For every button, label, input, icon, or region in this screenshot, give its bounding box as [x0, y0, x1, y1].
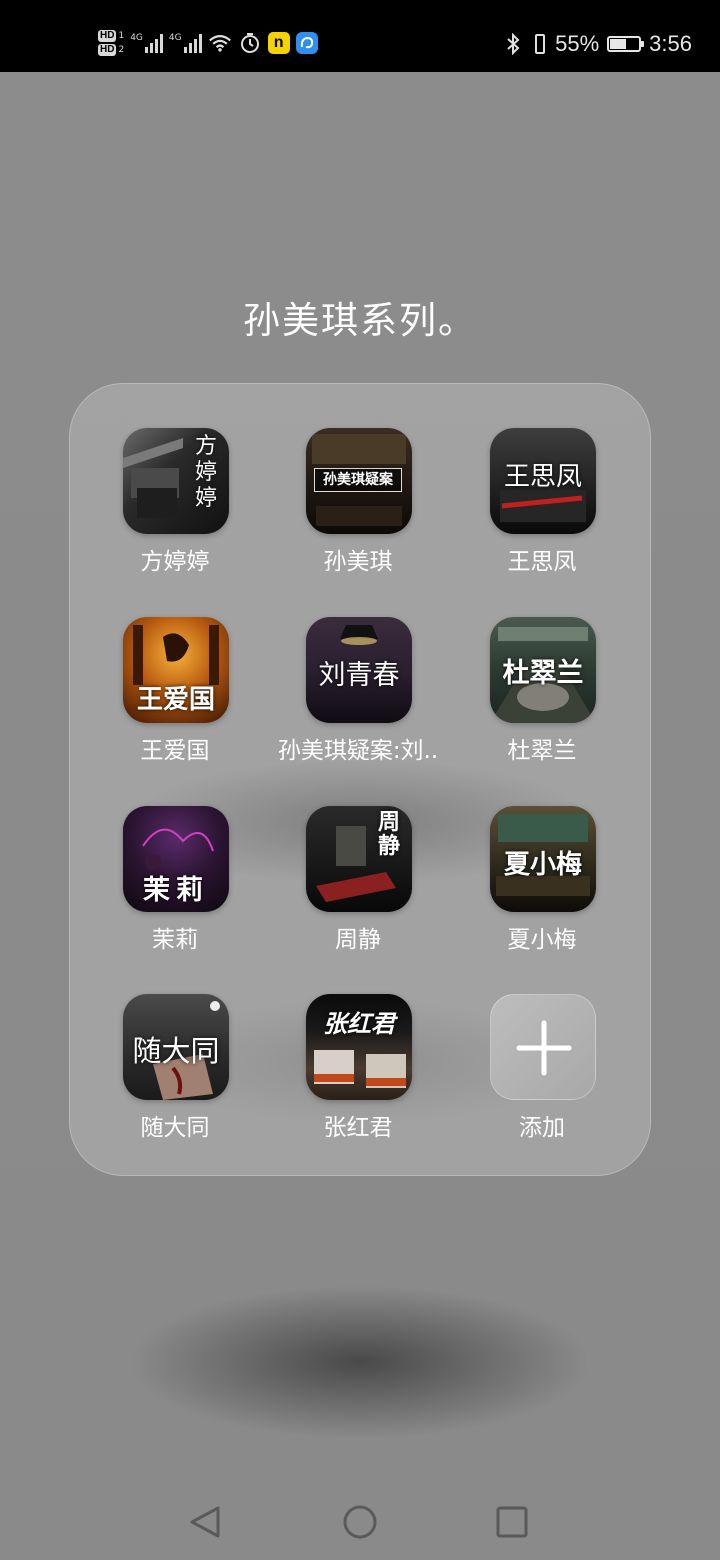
app-liuqingchun[interactable]: 刘青春 孙美琪疑案:刘.. — [268, 617, 448, 777]
app-sunmeiqi[interactable]: 孙美琪疑案 孙美琪 — [268, 428, 448, 588]
app-icon-caption: 张红君 — [323, 1009, 395, 1038]
app-icon-caption: 随大同 — [132, 1034, 220, 1068]
signal-icon: 4G — [169, 33, 202, 53]
app-zhanghongjun[interactable]: 张红君 张红君 — [268, 994, 448, 1154]
app-xiaxiaomei[interactable]: 夏小梅 夏小梅 — [452, 806, 632, 966]
app-label: 王爱国 — [140, 738, 210, 764]
sunmeiqi-app-icon[interactable]: 孙美琪疑案 — [306, 428, 412, 534]
hd-label: HD — [98, 30, 117, 42]
app-suidatong[interactable]: 随大同 随大同 — [85, 994, 265, 1154]
hd-label: HD — [98, 44, 117, 56]
app-label: 张红君 — [323, 1115, 393, 1141]
wifi-icon — [208, 31, 232, 55]
app-label: 随大同 — [140, 1115, 210, 1141]
app-icon-caption: 孙美琪疑案 — [314, 468, 402, 492]
recents-icon[interactable] — [490, 1500, 534, 1544]
wangsifeng-app-icon[interactable]: 王思凤 — [490, 428, 596, 534]
network-type: 4G — [130, 33, 143, 43]
app-label: 杜翠兰 — [507, 738, 577, 764]
xiaxiaomei-app-icon[interactable]: 夏小梅 — [490, 806, 596, 912]
app-label: 王思凤 — [507, 549, 577, 575]
signal-icon: 4G — [130, 33, 163, 53]
status-bar-left: HD 1 HD 2 4G 4G n — [98, 22, 318, 64]
app-icon-caption: 杜翠兰 — [502, 658, 584, 689]
app-ducuilan[interactable]: 杜翠兰 杜翠兰 — [452, 617, 632, 777]
vibrate-icon — [533, 32, 547, 56]
battery-percent: 55% — [555, 31, 600, 56]
app-label: 孙美琪 — [323, 549, 393, 575]
app-notification-icon — [295, 32, 318, 54]
fangtingting-app-icon[interactable]: 方婷婷 — [123, 428, 229, 534]
folder-title[interactable]: 孙美琪系列。 — [0, 290, 720, 344]
app-icon-caption: 王思凤 — [503, 462, 582, 492]
suidatong-app-icon[interactable]: 随大同 — [123, 994, 229, 1100]
ducuilan-app-icon[interactable]: 杜翠兰 — [490, 617, 596, 723]
app-icon-caption: 方婷婷 — [195, 434, 218, 511]
zhoujing-app-icon[interactable]: 周静 — [306, 806, 412, 912]
app-label: 周静 — [335, 927, 381, 953]
app-icon-caption: 夏小梅 — [503, 850, 582, 880]
add-icon[interactable] — [490, 994, 596, 1100]
app-label: 方婷婷 — [140, 549, 210, 575]
back-icon[interactable] — [184, 1500, 228, 1544]
app-moli[interactable]: 茉莉 茉莉 — [85, 806, 265, 966]
home-icon[interactable] — [338, 1500, 382, 1544]
liuqingchun-app-icon[interactable]: 刘青春 — [306, 617, 412, 723]
app-icon-caption: 周静 — [377, 809, 400, 859]
navigation-bar — [0, 1480, 720, 1560]
hd-icon: HD 1 HD 2 — [98, 30, 124, 56]
zhanghongjun-app-icon[interactable]: 张红君 — [306, 994, 412, 1100]
sim-number: 2 — [118, 45, 125, 55]
clock-time: 3:56 — [649, 31, 692, 56]
app-label: 茉莉 — [152, 927, 198, 953]
status-bar: HD 1 HD 2 4G 4G n 55% 3:56 — [0, 0, 720, 72]
network-type: 4G — [168, 33, 182, 43]
app-icon-caption: 刘青春 — [318, 660, 400, 691]
battery-icon — [607, 36, 645, 52]
sim-number: 1 — [118, 31, 125, 41]
wangaiguo-app-icon[interactable]: 王爱国 — [123, 617, 229, 723]
app-zhoujing[interactable]: 周静 周静 — [268, 806, 448, 966]
app-wangaiguo[interactable]: 王爱国 王爱国 — [85, 617, 265, 777]
app-label: 孙美琪疑案:刘.. — [277, 738, 439, 764]
app-label: 夏小梅 — [507, 927, 577, 953]
bluetooth-icon — [501, 32, 525, 56]
alarm-icon — [238, 31, 262, 55]
app-fangtingting[interactable]: 方婷婷 方婷婷 — [85, 428, 265, 588]
app-wangsifeng[interactable]: 王思凤 王思凤 — [452, 428, 632, 588]
app-icon-caption: 茉莉 — [143, 875, 209, 906]
add-app-button[interactable]: 添加 — [452, 994, 632, 1154]
app-icon-caption: 王爱国 — [136, 685, 215, 715]
status-bar-right: 55% 3:56 — [501, 22, 692, 66]
moli-app-icon[interactable]: 茉莉 — [123, 806, 229, 912]
app-label: 添加 — [519, 1115, 565, 1141]
app-grid: 方婷婷 方婷婷 孙美琪疑案 孙美琪 王思凤 王思凤 王爱国 王爱国 刘青春 孙美… — [69, 383, 651, 1176]
app-notification-icon: n — [267, 32, 290, 54]
